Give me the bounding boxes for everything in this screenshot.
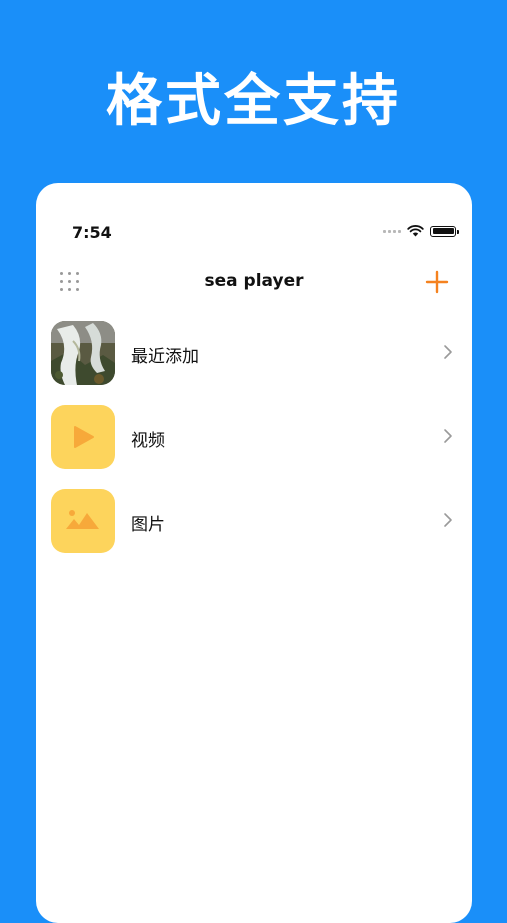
signal-icon: [383, 229, 401, 233]
nav-bar: sea player: [36, 267, 472, 297]
promo-headline: 格式全支持: [106, 69, 401, 134]
list-item-video[interactable]: 视频: [36, 401, 472, 485]
status-time: 7:54: [72, 223, 112, 242]
thumbnail-photo: [51, 321, 115, 385]
chevron-right-icon: [444, 345, 452, 359]
folder-list: 最近添加 视频 图片: [36, 317, 472, 569]
list-item-recent[interactable]: 最近添加: [36, 317, 472, 401]
list-item-label: 图片: [131, 515, 165, 535]
phone-screen: 7:54 sea player 最近添加 视频 图片: [36, 183, 472, 923]
list-item-label: 视频: [131, 431, 165, 451]
nav-title: sea player: [204, 271, 304, 291]
status-icons: [383, 225, 459, 237]
add-icon[interactable]: [424, 269, 450, 295]
list-item-images[interactable]: 图片: [36, 485, 472, 569]
video-folder-thumb: [51, 405, 115, 469]
chevron-right-icon: [444, 429, 452, 443]
chevron-right-icon: [444, 513, 452, 527]
play-icon: [74, 426, 94, 448]
wifi-icon: [407, 225, 424, 237]
battery-icon: [430, 225, 459, 237]
image-icon: [66, 510, 99, 529]
list-item-label: 最近添加: [131, 347, 199, 367]
image-folder-thumb: [51, 489, 115, 553]
